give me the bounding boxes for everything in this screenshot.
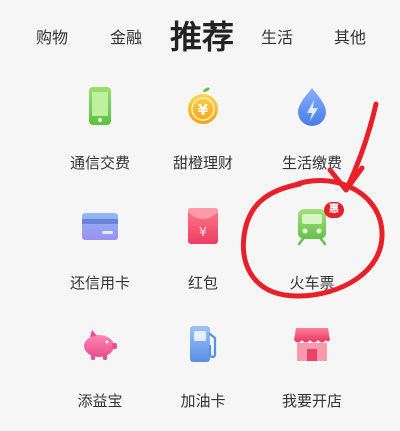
- tab-other[interactable]: 其他: [334, 24, 366, 48]
- phone-icon: [80, 86, 120, 126]
- grid-item-fuel-card[interactable]: 加油卡: [143, 318, 263, 428]
- gas-pump-icon: [183, 324, 223, 364]
- water-drop-bolt-icon: [292, 86, 332, 126]
- tab-shopping[interactable]: 购物: [36, 24, 68, 48]
- category-tabs: 购物 金融 推荐 生活 其他: [0, 10, 400, 62]
- grid-item-label: 我要开店: [281, 392, 342, 410]
- grid-item-label: 生活缴费: [281, 154, 342, 172]
- grid-item-open-store[interactable]: 我要开店: [252, 318, 372, 428]
- tab-recommended[interactable]: 推荐: [170, 12, 234, 58]
- tab-finance[interactable]: 金融: [110, 24, 142, 48]
- grid-item-label: 火车票: [289, 274, 335, 292]
- svg-text:¥: ¥: [198, 101, 209, 119]
- coin-icon: ¥: [183, 86, 223, 126]
- grid-item-label: 通信交费: [69, 154, 130, 172]
- grid-item-wealth[interactable]: ¥ 甜橙理财: [143, 80, 263, 190]
- svg-text:¥: ¥: [199, 225, 207, 239]
- grid-item-red-envelope[interactable]: ¥ 红包: [143, 200, 263, 310]
- grid-item-label: 添益宝: [77, 392, 123, 410]
- grid-item-train-ticket[interactable]: 惠 火车票: [252, 200, 372, 310]
- discount-badge: 惠: [324, 202, 344, 218]
- grid-item-phone-bill[interactable]: 通信交费: [40, 80, 160, 190]
- grid-item-label: 红包: [187, 274, 218, 292]
- grid-item-label: 还信用卡: [69, 274, 130, 292]
- grid-item-tianyibao[interactable]: 添益宝: [40, 318, 160, 428]
- grid-item-utilities[interactable]: 生活缴费: [252, 80, 372, 190]
- red-envelope-icon: ¥: [183, 206, 223, 246]
- grid-item-credit-card[interactable]: 还信用卡: [40, 200, 160, 310]
- storefront-icon: [292, 324, 332, 364]
- grid-item-label: 甜橙理财: [172, 154, 233, 172]
- tab-life[interactable]: 生活: [261, 24, 293, 48]
- piggy-bank-icon: [80, 324, 120, 364]
- grid-item-label: 加油卡: [180, 392, 226, 410]
- credit-card-icon: [80, 206, 120, 246]
